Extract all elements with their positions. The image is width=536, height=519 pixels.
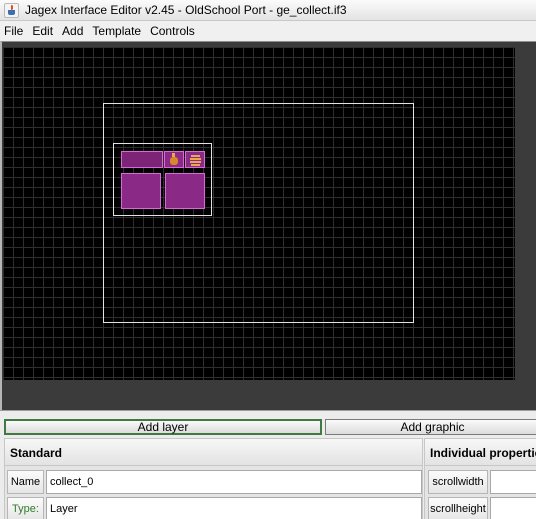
menu-file[interactable]: File	[4, 24, 23, 38]
name-field[interactable]: collect_0	[46, 470, 422, 494]
name-label: Name	[7, 470, 44, 494]
menu-add[interactable]: Add	[62, 24, 83, 38]
standard-header: Standard	[5, 439, 422, 466]
menu-edit[interactable]: Edit	[32, 24, 53, 38]
scrollheight-field[interactable]	[490, 497, 536, 519]
standard-section: Standard Name collect_0 Type: Layer	[4, 438, 423, 519]
hand-grab-icon	[189, 153, 203, 167]
collect-slot-right[interactable]	[165, 173, 205, 209]
coin-pouch-icon	[168, 153, 182, 167]
component-title-bar[interactable]	[121, 151, 163, 168]
item-slot-2[interactable]	[185, 151, 205, 168]
java-cup-icon	[4, 3, 19, 18]
interface-canvas[interactable]	[3, 47, 515, 380]
menu-bar: File Edit Add Template Controls	[0, 21, 536, 41]
add-graphic-button[interactable]: Add graphic	[325, 419, 536, 435]
scrollwidth-field[interactable]	[490, 470, 536, 494]
scrollwidth-label: scrollwidth	[428, 470, 488, 494]
add-layer-button[interactable]: Add layer	[4, 419, 322, 435]
window-title: Jagex Interface Editor v2.45 - OldSchool…	[25, 3, 347, 17]
title-bar: Jagex Interface Editor v2.45 - OldSchool…	[0, 0, 536, 21]
collect-slot-left[interactable]	[121, 173, 161, 209]
type-label: Type:	[7, 497, 44, 519]
menu-controls[interactable]: Controls	[150, 24, 195, 38]
individual-properties-section: Individual properties scrollwidth scroll…	[424, 438, 536, 519]
item-slot-1[interactable]	[164, 151, 184, 168]
menu-template[interactable]: Template	[92, 24, 141, 38]
properties-panel: Add layer Add graphic Standard Name coll…	[0, 410, 536, 519]
scrollheight-label: scrollheight	[428, 497, 488, 519]
individual-properties-header: Individual properties	[425, 439, 536, 466]
type-field[interactable]: Layer	[46, 497, 422, 519]
